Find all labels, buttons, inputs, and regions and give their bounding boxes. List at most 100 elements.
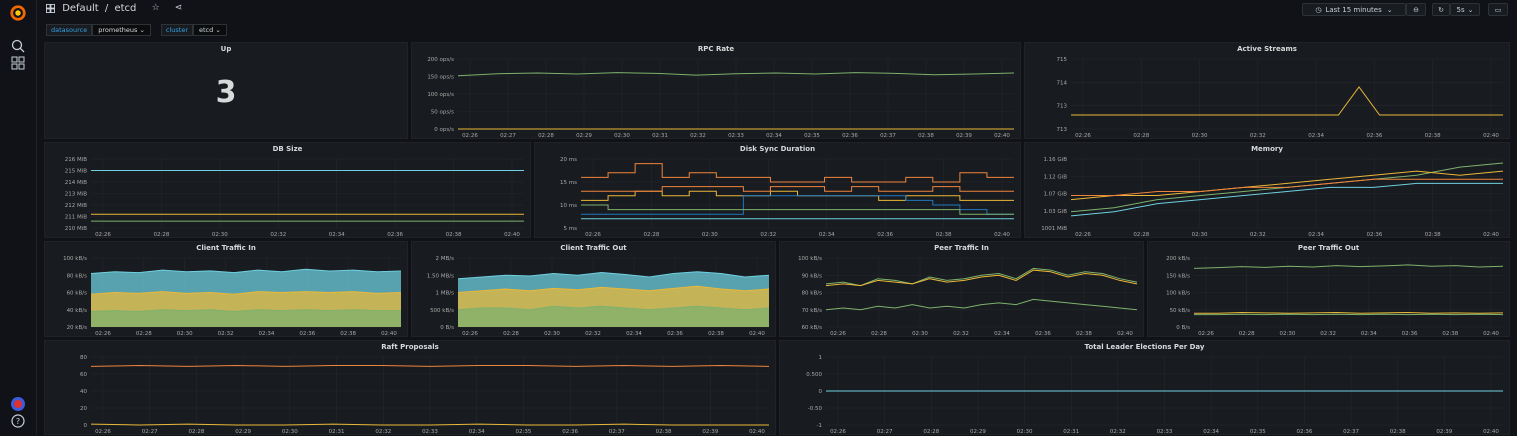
panel-client-traffic-out[interactable]: Client Traffic Out 2 MB/s1.50 MB/s1 MB/s… (411, 241, 776, 337)
help-icon[interactable]: ? (10, 413, 26, 429)
y-tick-label: 1 MB/s (436, 291, 455, 297)
x-tick-label: 02:30 (912, 331, 928, 337)
zoom-out-button[interactable]: ⊖ (1406, 3, 1426, 16)
x-tick-label: 02:36 (299, 331, 315, 337)
x-tick-label: 02:36 (562, 429, 578, 435)
x-tick-label: 02:34 (1308, 133, 1324, 139)
x-tick-label: 02:35 (804, 133, 820, 139)
y-tick-label: 2 MB/s (436, 256, 455, 262)
grafana-logo-icon[interactable] (9, 4, 27, 22)
x-tick-label: 02:28 (871, 331, 887, 337)
x-tick-label: 02:34 (819, 232, 835, 238)
x-tick-label: 02:38 (918, 133, 934, 139)
x-tick-label: 02:28 (153, 232, 169, 238)
x-tick-label: 02:32 (1320, 331, 1336, 337)
dashboard-grid-icon (46, 4, 55, 13)
x-tick-label: 02:38 (1425, 133, 1441, 139)
y-tick-label: 150 ops/s (427, 75, 454, 81)
x-tick-label: 02:32 (585, 331, 601, 337)
x-tick-label: 02:26 (585, 232, 601, 238)
top-navbar: Default / etcd ☆ ⋖ ◷ Last 15 minutes ⌄ ⊖… (36, 0, 1517, 20)
panel-memory[interactable]: Memory 1.16 GiB1.12 GiB1.07 GiB1.03 GiB1… (1024, 142, 1510, 238)
refresh-icon: ↻ (1438, 6, 1444, 14)
x-tick-label: 02:26 (95, 232, 111, 238)
monitor-icon: ▭ (1495, 6, 1502, 14)
y-tick-label: 90 kB/s (802, 273, 823, 279)
x-tick-label: 02:32 (375, 429, 391, 435)
y-tick-label: 1 (819, 355, 823, 361)
y-tick-label: 20 ms (560, 157, 577, 163)
x-tick-label: 02:40 (749, 429, 765, 435)
series-line (581, 187, 1014, 192)
panel-up[interactable]: Up 3 (44, 42, 408, 139)
x-tick-label: 02:29 (576, 133, 592, 139)
refresh-button[interactable]: ↻ (1432, 3, 1450, 16)
user-avatar-icon[interactable] (10, 396, 26, 412)
x-tick-label: 02:28 (643, 232, 659, 238)
x-tick-label: 02:35 (1250, 429, 1266, 435)
x-tick-label: 02:27 (142, 429, 158, 435)
panel-peer-traffic-out[interactable]: Peer Traffic Out 200 kB/s150 kB/s100 kB/… (1147, 241, 1510, 337)
x-tick-label: 02:30 (177, 331, 193, 337)
x-tick-label: 02:30 (1279, 331, 1295, 337)
x-tick-label: 02:40 (994, 232, 1010, 238)
panel-rpc-rate[interactable]: RPC Rate 200 ops/s150 ops/s100 ops/s50 o… (411, 42, 1021, 139)
panel-peer-traffic-in[interactable]: Peer Traffic In 100 kB/s90 kB/s80 kB/s70… (779, 241, 1144, 337)
y-tick-label: 1.12 GiB (1043, 174, 1067, 180)
time-range-label: Last 15 minutes (1325, 6, 1381, 14)
x-tick-label: 02:30 (702, 232, 718, 238)
breadcrumb-separator: / (105, 3, 108, 14)
x-tick-label: 02:36 (1366, 133, 1382, 139)
datasource-select[interactable]: prometheus ⌄ (92, 24, 151, 36)
x-tick-label: 02:26 (462, 331, 478, 337)
sidebar: ? (0, 0, 37, 435)
time-range-picker[interactable]: ◷ Last 15 minutes ⌄ (1302, 3, 1406, 16)
star-icon[interactable]: ☆ (152, 3, 160, 13)
y-tick-label: 15 ms (560, 180, 577, 186)
y-tick-label: 0.500 (806, 372, 822, 378)
x-tick-label: 02:26 (1198, 331, 1214, 337)
share-icon[interactable]: ⋖ (175, 3, 183, 13)
db-size-chart: 216 MiB215 MiB214 MiB213 MiB212 MiB211 M… (45, 143, 532, 239)
panel-raft-proposals[interactable]: Raft Proposals 80604020002:2602:2702:280… (44, 340, 776, 435)
search-icon[interactable] (10, 38, 26, 54)
y-tick-label: 1001 MiB (1041, 226, 1067, 232)
x-tick-label: 02:26 (830, 331, 846, 337)
x-tick-label: 02:38 (446, 232, 462, 238)
client-traffic-in-chart: 100 kB/s80 kB/s60 kB/s40 kB/s20 kB/s02:2… (45, 242, 409, 338)
series-area (91, 310, 401, 327)
x-tick-label: 02:32 (1110, 429, 1126, 435)
x-tick-label: 02:34 (994, 331, 1010, 337)
y-tick-label: 1.03 GiB (1043, 209, 1067, 215)
y-tick-label: 215 MiB (65, 169, 88, 175)
x-tick-label: 02:30 (614, 133, 630, 139)
panel-db-size[interactable]: DB Size 216 MiB215 MiB214 MiB213 MiB212 … (44, 142, 531, 238)
y-tick-label: 1.07 GiB (1043, 192, 1067, 198)
refresh-interval-picker[interactable]: 5s ⌄ (1450, 3, 1480, 16)
y-tick-label: 713 (1057, 104, 1068, 110)
panel-leader-elections[interactable]: Total Leader Elections Per Day 10.5000-0… (779, 340, 1510, 435)
x-tick-label: 02:33 (1157, 429, 1173, 435)
dashboards-icon[interactable] (10, 55, 26, 71)
y-tick-label: 212 MiB (65, 203, 88, 209)
tv-mode-button[interactable]: ▭ (1488, 3, 1508, 16)
x-tick-label: 02:32 (218, 331, 234, 337)
x-tick-label: 02:40 (1117, 331, 1133, 337)
panel-disk-sync-duration[interactable]: Disk Sync Duration 20 ms15 ms10 ms5 ms02… (534, 142, 1021, 238)
y-tick-label: 80 kB/s (802, 291, 823, 297)
x-tick-label: 02:37 (1343, 429, 1359, 435)
breadcrumb-folder[interactable]: Default (62, 3, 99, 14)
x-tick-label: 02:34 (766, 133, 782, 139)
y-tick-label: 0 (84, 423, 88, 429)
peer-traffic-out-chart: 200 kB/s150 kB/s100 kB/s50 kB/s0 B/s02:2… (1148, 242, 1511, 338)
panel-client-traffic-in[interactable]: Client Traffic In 100 kB/s80 kB/s60 kB/s… (44, 241, 408, 337)
x-tick-label: 02:31 (329, 429, 345, 435)
x-tick-label: 02:26 (1075, 232, 1091, 238)
cluster-select[interactable]: etcd ⌄ (193, 24, 227, 36)
series-line (1071, 179, 1503, 195)
x-tick-label: 02:29 (235, 429, 251, 435)
panel-active-streams[interactable]: Active Streams 71571471371302:2602:2802:… (1024, 42, 1510, 139)
y-tick-label: 0 ops/s (434, 127, 454, 133)
x-tick-label: 02:34 (1203, 429, 1219, 435)
dashboard-title[interactable]: etcd (114, 3, 136, 14)
